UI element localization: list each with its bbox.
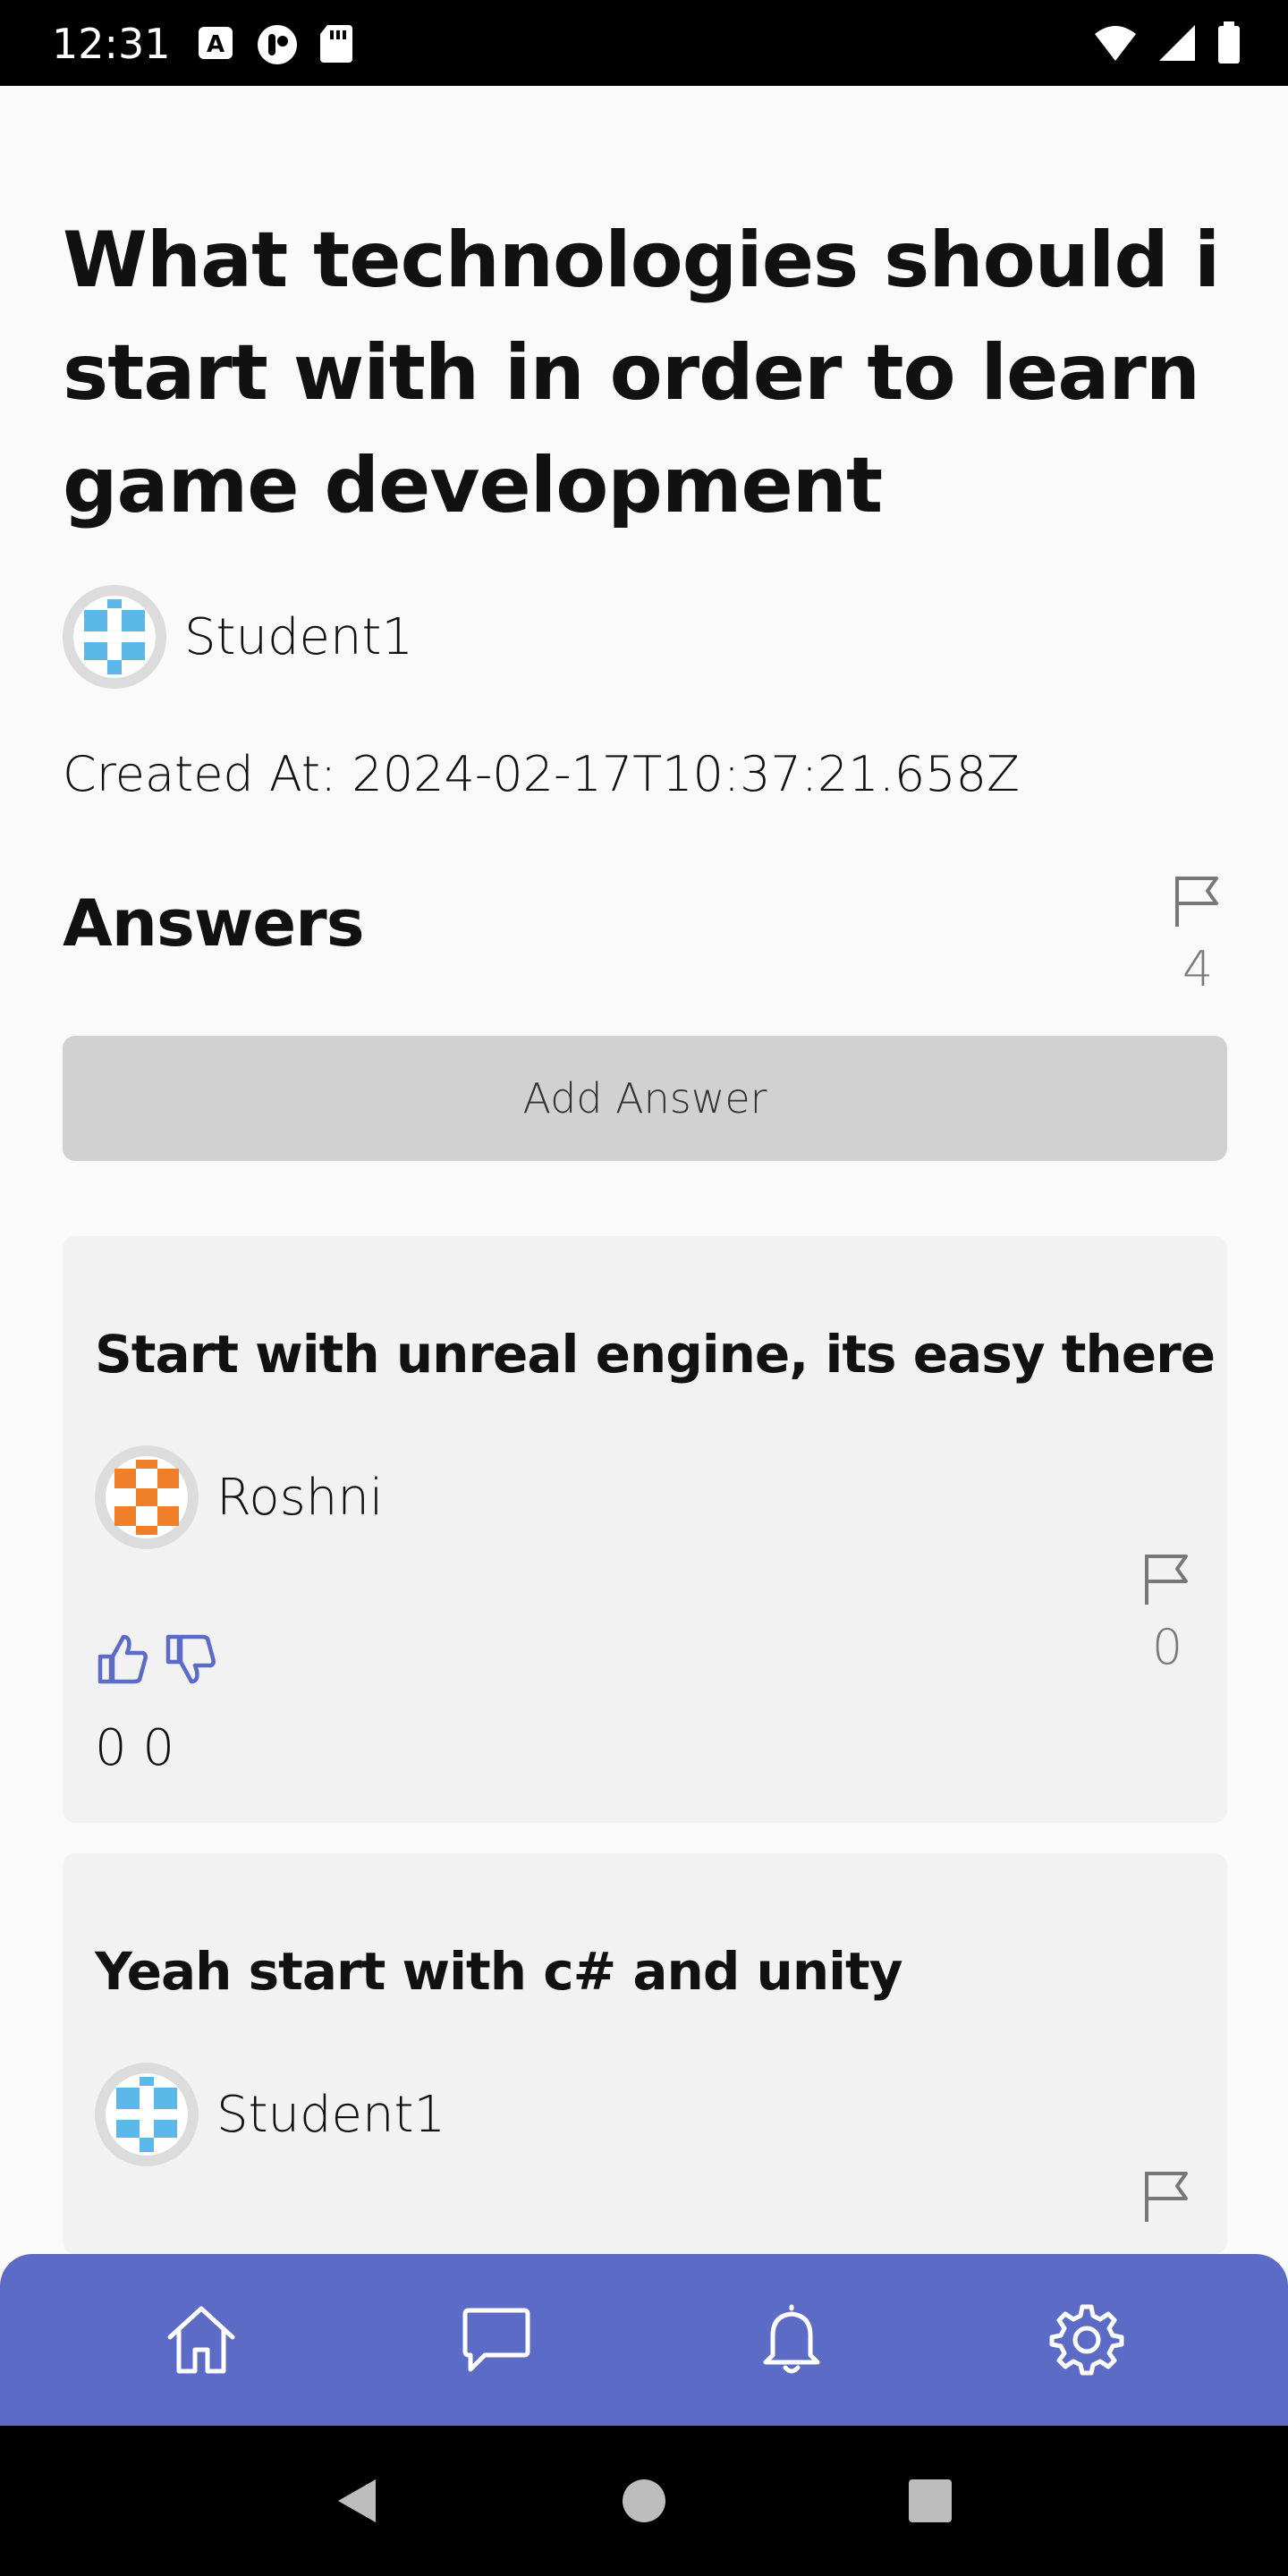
thumbs-down-icon[interactable] <box>163 1631 218 1687</box>
battery-icon <box>1218 21 1240 64</box>
home-icon <box>167 2306 235 2374</box>
nav-chat[interactable] <box>443 2286 550 2394</box>
author-name: Student1 <box>216 2085 446 2144</box>
answer-flag-button[interactable] <box>1141 2168 1193 2224</box>
bell-icon <box>763 2304 820 2374</box>
add-answer-button[interactable]: Add Answer <box>63 1036 1227 1161</box>
flag-count: 4 <box>1182 941 1214 997</box>
status-bar: 12:31 A <box>0 0 1288 86</box>
nav-home[interactable] <box>148 2286 255 2394</box>
avatar <box>95 2063 199 2166</box>
question-title: What technologies should i start with in… <box>63 216 1220 530</box>
home-circle-icon[interactable] <box>617 2474 671 2528</box>
question-flag-button[interactable]: 4 <box>1172 873 1224 997</box>
author-name: Roshni <box>216 1468 384 1527</box>
avatar <box>63 585 166 689</box>
answer-author[interactable]: Student1 <box>95 2063 445 2166</box>
chat-icon <box>462 2308 530 2372</box>
flag-count: 0 <box>1151 1619 1183 1675</box>
back-icon[interactable] <box>331 2474 385 2528</box>
signal-icon <box>1159 25 1195 61</box>
author-name: Student1 <box>184 607 414 666</box>
answer-text: Yeah start with c# and unity <box>95 1941 903 2002</box>
student-avatar-icon <box>106 2073 188 2156</box>
gear-icon <box>1049 2304 1124 2376</box>
answers-heading: Answers <box>63 886 365 961</box>
bottom-nav <box>0 2254 1288 2426</box>
flag-icon <box>1175 877 1218 927</box>
avatar <box>95 1445 199 1549</box>
roshni-avatar-icon <box>106 1456 188 1538</box>
svg-text:A: A <box>207 31 225 58</box>
wifi-icon <box>1095 26 1136 61</box>
question-author[interactable]: Student1 <box>63 585 413 689</box>
answer-text: Start with unreal engine, its easy there <box>95 1324 1216 1385</box>
student-avatar-icon <box>73 596 156 678</box>
system-nav-bar <box>0 2426 1288 2576</box>
vote-counts: 0 0 <box>95 1719 175 1777</box>
recents-icon[interactable] <box>903 2474 957 2528</box>
answer-author[interactable]: Roshni <box>95 1445 383 1549</box>
app-notification-icon <box>258 25 297 64</box>
nav-notifications[interactable] <box>738 2286 845 2394</box>
answer-card: Yeah start with c# and unity Student1 <box>63 1853 1227 2254</box>
thumbs-up-icon[interactable] <box>95 1631 150 1687</box>
flag-icon <box>1145 1555 1188 1605</box>
keyboard-a-icon: A <box>199 27 233 59</box>
status-time: 12:31 <box>52 20 171 68</box>
flag-icon <box>1145 2172 1188 2222</box>
sd-card-icon <box>320 25 352 63</box>
answer-card: Start with unreal engine, its easy there… <box>63 1236 1227 1823</box>
answer-flag-button[interactable]: 0 <box>1141 1551 1193 1675</box>
nav-settings[interactable] <box>1033 2286 1140 2394</box>
created-at: Created At: 2024-02-17T10:37:21.658Z <box>63 746 1020 802</box>
